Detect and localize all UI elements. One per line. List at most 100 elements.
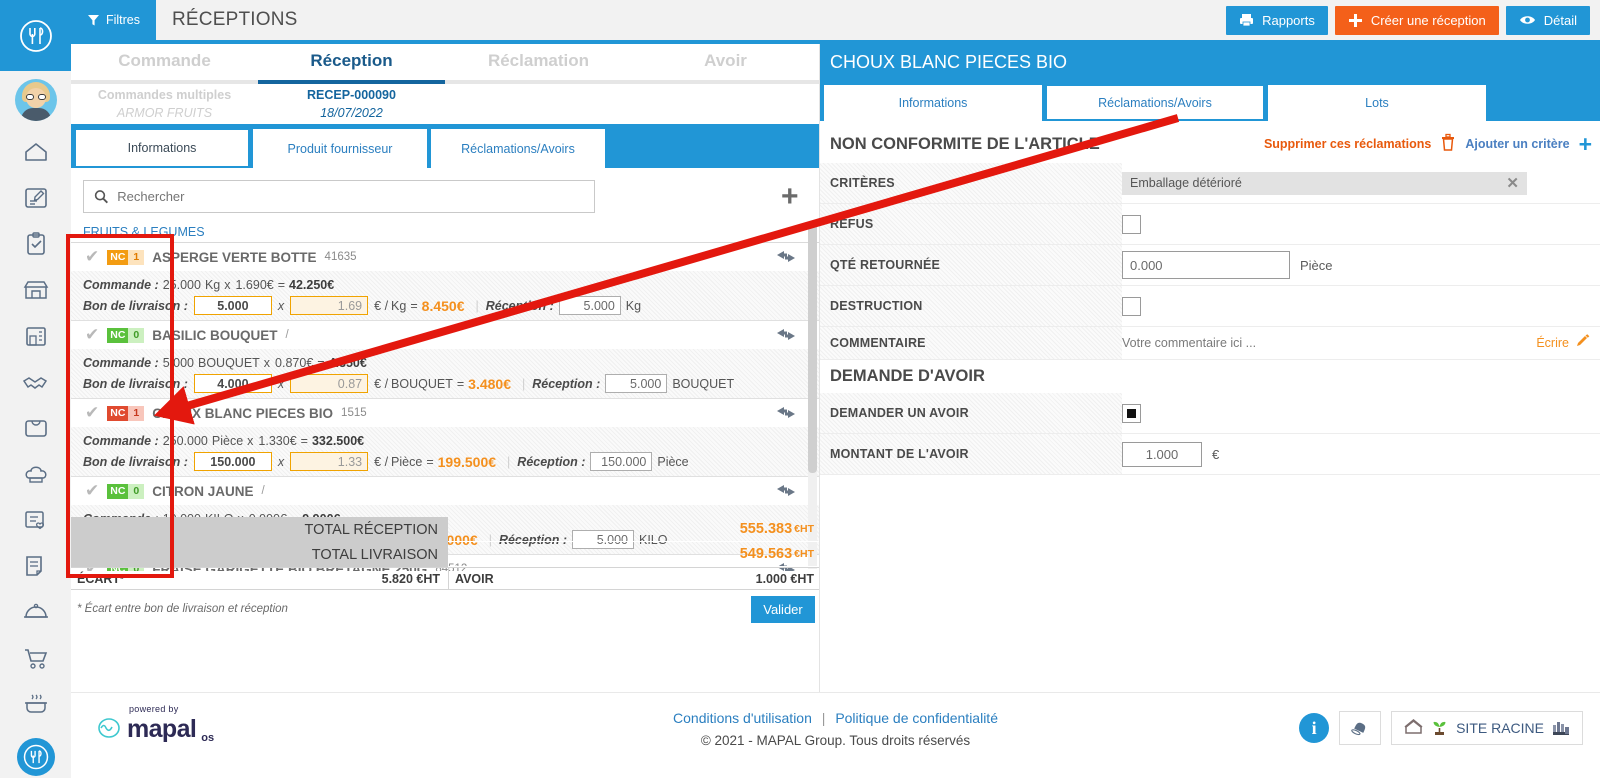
detail-button[interactable]: Détail [1505, 5, 1590, 35]
sidebar-item-warehouse[interactable] [0, 313, 71, 359]
check-icon[interactable]: ✔ [85, 481, 99, 501]
sidebar-item-store[interactable] [0, 267, 71, 313]
product-name: ASPERGE VERTE BOTTE [152, 249, 317, 265]
tab-lots[interactable]: Lots [1267, 84, 1487, 121]
tab-reclamations-avoirs[interactable]: Réclamations/Avoirs [1045, 84, 1265, 121]
sidebar-item-quality[interactable] [0, 497, 71, 543]
add-criteria-button[interactable]: Ajouter un critère [1465, 137, 1569, 151]
swap-arrows-icon[interactable] [775, 405, 797, 425]
destruction-checkbox[interactable] [1122, 296, 1141, 316]
sidebar-item-checklists[interactable] [0, 221, 71, 267]
reception-qty-input[interactable]: 150.000 [590, 452, 653, 471]
status-badge: NC 1 [107, 249, 145, 265]
write-label[interactable]: Écrire [1536, 336, 1569, 350]
sidebar-item-inventory[interactable] [0, 405, 71, 451]
tab-reclamation[interactable]: Réclamation [445, 44, 632, 80]
refus-value-cell [1122, 204, 1600, 244]
bl-qty-input[interactable]: 4.000 [193, 374, 272, 393]
reception-date: 18/07/2022 [320, 106, 383, 121]
document-fold-icon [25, 556, 42, 576]
refus-checkbox[interactable] [1122, 214, 1141, 234]
table-row[interactable]: ✔ NC 0 BASILIC BOUQUET / Commande: 5.00… [71, 321, 819, 399]
tab-avoir[interactable]: Avoir [632, 44, 819, 80]
demander-avoir-label: DEMANDER UN AVOIR [820, 393, 1122, 433]
home-icon [1404, 718, 1423, 738]
rail-bottom-logo[interactable] [0, 727, 71, 778]
criteres-select[interactable]: Emballage détérioré ✕ [1122, 171, 1527, 195]
reception-qty-input[interactable]: 5.000 [558, 296, 621, 315]
montant-avoir-input[interactable]: 1.000 [1122, 441, 1202, 467]
table-row[interactable]: ✔ NC 1 CHOUX BLANC PIECES BIO 1515 Comma… [71, 399, 819, 477]
commande-label: Commande : [83, 277, 159, 292]
privacy-link[interactable]: Politique de confidentialité [835, 710, 998, 726]
sidebar-item-reports[interactable] [0, 543, 71, 589]
montant-avoir-value-cell: 1.000 € [1122, 434, 1600, 474]
check-icon[interactable]: ✔ [85, 325, 99, 345]
add-product-button[interactable]: + [781, 181, 799, 212]
sidebar-item-kitchen[interactable] [0, 451, 71, 497]
swap-arrows-icon[interactable] [775, 327, 797, 347]
avatar[interactable] [0, 71, 71, 129]
tab-informations[interactable]: Informations [823, 84, 1043, 121]
product-row-asperge[interactable]: ✔ NC 1 ASPERGE VERTE BOTTE 41635 [71, 243, 819, 271]
total-livraison-value-cell: 549.563 €HT [448, 542, 819, 567]
search-box[interactable] [83, 180, 595, 213]
rapports-button[interactable]: Rapports [1226, 5, 1328, 35]
table-row[interactable]: ✔ NC 1 ASPERGE VERTE BOTTE 41635 Command… [71, 243, 819, 321]
swap-arrows-icon[interactable] [775, 249, 797, 269]
search-input[interactable] [117, 189, 584, 204]
box-icon [24, 420, 47, 437]
product-row-citron[interactable]: ✔ NC 0 CITRON JAUNE / [71, 477, 819, 505]
product-row-choux-blanc[interactable]: ✔ NC 1 CHOUX BLANC PIECES BIO 1515 [71, 399, 819, 427]
pencil-icon[interactable] [1576, 333, 1590, 353]
delete-claims-button[interactable]: Supprimer ces réclamations [1264, 137, 1431, 151]
check-icon[interactable]: ✔ [85, 403, 99, 423]
reception-unit: BOUQUET [672, 376, 735, 391]
sidebar-item-home[interactable] [0, 129, 71, 175]
swap-arrows-icon[interactable] [775, 483, 797, 503]
bl-qty-input[interactable]: 150.000 [193, 452, 272, 471]
tab-reception[interactable]: Réception [258, 44, 445, 80]
sidebar-item-orders[interactable] [0, 175, 71, 221]
sidebar-item-purchasing[interactable] [0, 635, 71, 681]
commande-unit: Kg [204, 277, 221, 292]
montant-avoir-unit: € [1212, 446, 1220, 462]
create-reception-button[interactable]: Créer une réception [1334, 5, 1499, 35]
reception-qty-input[interactable]: 5.000 [605, 374, 668, 393]
site-selector[interactable]: SITE RACINE [1391, 711, 1583, 745]
scrollbar-thumb[interactable] [808, 223, 817, 473]
create-reception-label: Créer une réception [1370, 12, 1486, 28]
section-actions: Supprimer ces réclamations Ajouter un cr… [1264, 132, 1592, 156]
nc-label: NC [107, 327, 129, 343]
plus-icon[interactable]: + [1579, 132, 1592, 156]
nc-label: NC [107, 405, 129, 421]
bl-qty-input[interactable]: 5.000 [193, 296, 272, 315]
filters-button[interactable]: Filtres [71, 0, 156, 40]
subtab-informations[interactable]: Informations [74, 128, 250, 168]
tab-commande[interactable]: Commande [71, 44, 258, 80]
check-icon[interactable]: ✔ [85, 247, 99, 267]
validate-button[interactable]: Valider [751, 595, 815, 623]
close-icon[interactable]: ✕ [1506, 174, 1519, 192]
product-row-basilic[interactable]: ✔ NC 0 BASILIC BOUQUET / [71, 321, 819, 349]
product-name: CHOUX BLANC PIECES BIO [152, 405, 334, 421]
commentaire-placeholder[interactable]: Votre commentaire ici ... [1122, 336, 1256, 350]
commande-total: 4.350€ [328, 355, 367, 370]
ecart-avoir-row: ÉCART * 5.820 €HT AVOIR 1.000 €HT [71, 567, 819, 590]
bl-price-input[interactable]: 1.69 [290, 296, 369, 315]
bl-price-input[interactable]: 0.87 [290, 374, 369, 393]
trash-icon[interactable] [1440, 133, 1456, 156]
subtab-reclamations-avoirs[interactable]: Réclamations/Avoirs [430, 128, 606, 168]
sidebar-item-recipes[interactable] [0, 681, 71, 727]
info-icon[interactable]: i [1299, 713, 1330, 743]
terms-link[interactable]: Conditions d'utilisation [673, 710, 812, 726]
demander-avoir-checkbox[interactable] [1122, 403, 1141, 423]
bl-price-input[interactable]: 1.33 [290, 452, 369, 471]
app-logo[interactable] [0, 0, 71, 71]
notifications-button[interactable] [1339, 711, 1382, 745]
commentaire-write[interactable]: Écrire [1536, 333, 1600, 353]
subtab-produit-fournisseur[interactable]: Produit fournisseur [252, 128, 428, 168]
qte-retournee-input[interactable]: 0.000 [1122, 251, 1290, 279]
sidebar-item-suppliers[interactable] [0, 359, 71, 405]
sidebar-item-service[interactable] [0, 589, 71, 635]
